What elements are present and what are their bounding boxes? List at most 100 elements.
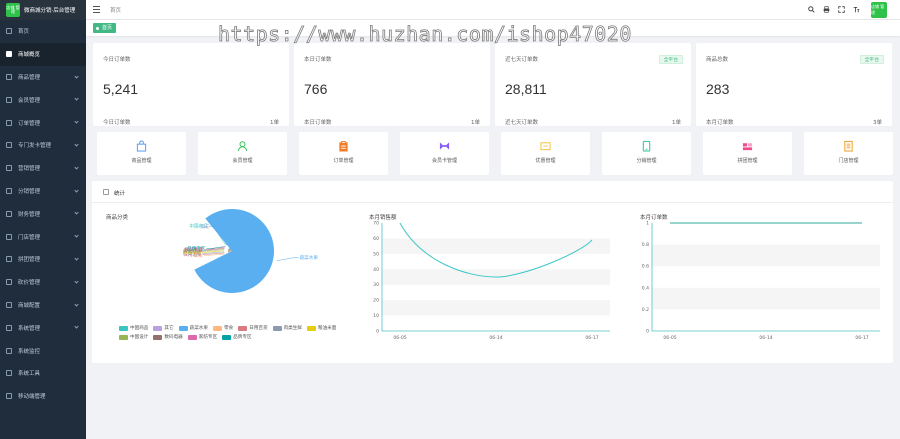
sidebar-item-label: 移动端管理 — [18, 394, 46, 401]
sidebar-item-4[interactable]: 订单管理 — [0, 111, 86, 134]
legend-item[interactable]: 中国商品 — [119, 325, 148, 331]
y-tick-label: 10 — [373, 313, 379, 319]
legend-swatch — [119, 334, 128, 340]
stat-footer-value: 3单 — [873, 120, 882, 126]
sidebar-item-label: 首页 — [18, 29, 30, 36]
menu-item-icon — [6, 51, 12, 58]
brand[interactable]: 店铺 管理 微商城分销·后台管理 — [0, 0, 86, 20]
sidebar-item-13[interactable]: 系统管理 — [0, 316, 86, 339]
menu-item-icon — [6, 279, 12, 286]
legend-item[interactable]: 其它 — [153, 325, 174, 331]
quick-link[interactable]: 分销管理 — [602, 132, 691, 175]
legend-label: 蔬菜水果 — [189, 326, 208, 331]
menu-item-icon — [6, 370, 12, 377]
y-tick-label: 0.6 — [642, 264, 649, 270]
legend-label: 肉类生鲜 — [283, 326, 302, 331]
y-tick-label: 1 — [646, 221, 649, 227]
sidebar-item-12[interactable]: 商城配置 — [0, 294, 86, 317]
sidebar-item-label: 系统管理 — [18, 325, 41, 332]
legend-item[interactable]: 家纺专区 — [187, 334, 217, 340]
quick-link[interactable]: 优惠管理 — [501, 132, 590, 175]
sidebar-item-15[interactable]: 系统工具 — [0, 362, 86, 385]
sidebar-item-label: 分销管理 — [18, 188, 41, 195]
quick-link[interactable]: 会员管理 — [198, 132, 287, 175]
breadcrumb[interactable]: 首页 — [110, 6, 121, 14]
stat-label: 近七天订单数 — [505, 57, 539, 63]
stat-label: 本日订单数 — [304, 57, 332, 63]
quick-link[interactable]: 订单管理 — [299, 132, 388, 175]
quick-link[interactable]: 拼团管理 — [703, 132, 792, 175]
chevron-down-icon — [74, 96, 79, 102]
y-tick-label: 0.4 — [642, 285, 649, 291]
legend-item[interactable]: 粮油米面 — [306, 325, 336, 331]
legend-swatch — [306, 325, 316, 331]
stat-footer-value: 1单 — [270, 120, 279, 126]
legend-swatch — [187, 334, 197, 340]
sidebar-item-10[interactable]: 拼团管理 — [0, 248, 86, 271]
legend-label: 品牌专区 — [233, 335, 252, 340]
legend-item[interactable]: 中国设计 — [119, 334, 148, 340]
sidebar-item-16[interactable]: 移动端管理 — [0, 385, 86, 408]
chevron-down-icon — [74, 279, 79, 284]
legend-item[interactable]: 数码电器 — [153, 334, 183, 340]
pie-label: 蔬菜水果 — [300, 254, 319, 261]
legend-swatch — [119, 325, 128, 331]
tag-home[interactable]: 首页 — [93, 23, 117, 33]
quick-link-label: 商品管理 — [131, 158, 152, 164]
legend-item[interactable]: 零食 — [212, 325, 234, 331]
avatar[interactable]: 店铺 管理 — [871, 2, 887, 18]
sidebar-item-label: 营销管理 — [18, 166, 41, 173]
legend-label: 零食 — [223, 326, 234, 331]
sidebar-item-label: 系统监控 — [18, 348, 41, 355]
menu-item-icon — [6, 187, 12, 194]
sidebar-item-8[interactable]: 财务管理 — [0, 202, 86, 225]
sidebar-item-6[interactable]: 营销管理 — [0, 157, 86, 180]
grid-band — [652, 244, 880, 267]
printer-icon[interactable] — [823, 6, 830, 13]
font-size-icon[interactable] — [853, 6, 860, 13]
legend-item[interactable]: 品牌专区 — [222, 334, 252, 340]
sidebar-item-label: 财务管理 — [18, 211, 41, 218]
stat-card: 今日订单数 5,241 今日订单数 1单 — [93, 43, 289, 126]
quick-link-label: 优惠管理 — [535, 158, 556, 164]
menu-item-icon — [6, 96, 12, 103]
group-icon — [742, 140, 753, 152]
quick-link[interactable]: 会员卡管理 — [400, 132, 489, 175]
sidebar-item-5[interactable]: 专门发卡管理 — [0, 134, 86, 157]
sidebar-item-2[interactable]: 商品管理 — [0, 66, 86, 89]
pie-legend: 中国商品 其它 蔬菜水果 零食 日用百货 肉类生鲜 粮油米面中国设计 数码电器 家纺专区 品牌专区 — [119, 325, 369, 340]
pie-chart: 中国商品其它蔬菜水果零食日用百货肉类生鲜粮油米面中国设计数码电器家纺专区品牌专区 — [183, 209, 319, 293]
legend-swatch — [153, 325, 163, 331]
chevron-down-icon — [74, 324, 79, 329]
sidebar-item-3[interactable]: 会员管理 — [0, 88, 86, 111]
hamburger-icon[interactable] — [93, 6, 100, 13]
search-icon[interactable] — [808, 6, 815, 13]
menu-item-icon — [6, 347, 12, 354]
sidebar-item-14[interactable]: 系统监控 — [0, 339, 86, 362]
sidebar-item-label: 商城概览 — [18, 52, 41, 59]
pie-label: 品牌专区 — [187, 245, 206, 252]
sidebar-item-0[interactable]: 首页 — [0, 20, 86, 43]
legend-item[interactable]: 蔬菜水果 — [178, 325, 208, 331]
stat-badge: 全平台 — [658, 55, 683, 64]
sidebar-item-7[interactable]: 分销管理 — [0, 180, 86, 203]
sidebar-item-11[interactable]: 砍价管理 — [0, 271, 86, 294]
legend-item[interactable]: 肉类生鲜 — [272, 325, 302, 331]
menu-item-icon — [6, 301, 12, 308]
brand-title: 微商城分销·后台管理 — [24, 8, 76, 14]
y-tick-label: 0 — [376, 329, 379, 335]
pie-label-line — [276, 257, 299, 261]
sidebar-item-9[interactable]: 门店管理 — [0, 225, 86, 248]
coupon-icon — [540, 140, 551, 152]
quick-link[interactable]: 商品管理 — [97, 132, 186, 175]
quick-link[interactable]: 门店管理 — [804, 132, 893, 175]
legend-swatch — [238, 325, 248, 331]
chevron-down-icon — [74, 301, 79, 307]
legend-swatch — [178, 325, 188, 331]
stat-footer-value: 1单 — [471, 120, 480, 126]
menu-item-icon — [6, 119, 12, 126]
quick-link-label: 门店管理 — [838, 158, 859, 164]
legend-item[interactable]: 日用百货 — [238, 325, 268, 331]
fullscreen-icon[interactable] — [838, 6, 845, 13]
sidebar-item-1[interactable]: 商城概览 — [0, 42, 86, 66]
